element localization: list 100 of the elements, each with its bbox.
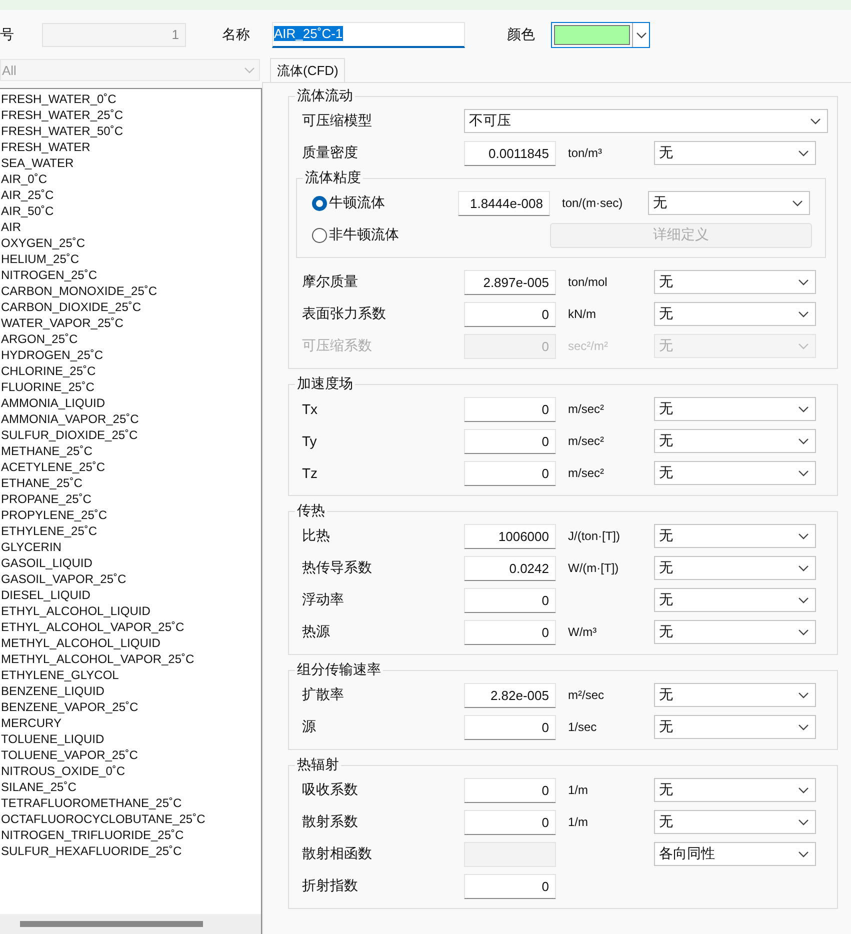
number-field[interactable]: 0 [464, 302, 556, 326]
list-item[interactable]: FRESH_WATER_0˚C [0, 91, 261, 107]
field-label: 吸收系数 [302, 781, 359, 799]
list-item[interactable]: BENZENE_LIQUID [0, 683, 261, 699]
list-item[interactable]: FRESH_WATER [0, 139, 261, 155]
list-item[interactable]: NITROUS_OXIDE_0˚C [0, 763, 261, 779]
radio-button[interactable]: 牛顿流体 [312, 194, 458, 212]
number-field[interactable]: 2.82e-005 [464, 682, 556, 708]
list-item[interactable]: AIR_25˚C [0, 187, 261, 203]
radio-button[interactable]: 非牛顿流体 [312, 226, 458, 244]
chevron-icon [798, 628, 809, 636]
number-field[interactable]: 0 [464, 428, 556, 454]
unit-label: J/(ton·[T]) [567, 529, 622, 543]
list-item[interactable]: HELIUM_25˚C [0, 251, 261, 267]
number-field[interactable]: 0 [464, 396, 556, 422]
list-item[interactable]: FRESH_WATER_25˚C [0, 107, 261, 123]
list-item[interactable]: SULFUR_DIOXIDE_25˚C [0, 427, 261, 443]
list-item[interactable]: GASOIL_LIQUID [0, 555, 261, 571]
number-field[interactable]: 2.897e-005 [464, 270, 556, 294]
list-item[interactable]: ETHYLENE_GLYCOL [0, 667, 261, 683]
color-picker[interactable] [551, 22, 650, 48]
list-item[interactable]: METHYL_ALCOHOL_VAPOR_25˚C [0, 651, 261, 667]
number-field[interactable]: 1.8444e-008 [458, 190, 550, 216]
list-item[interactable]: HYDROGEN_25˚C [0, 347, 261, 363]
name-field[interactable]: AIR_25˚C-1 [272, 22, 465, 48]
field-label: 热源 [302, 623, 331, 641]
list-item[interactable]: CHLORINE_25˚C [0, 363, 261, 379]
scrollbar[interactable] [0, 914, 261, 934]
number-field[interactable]: 1006000 [464, 524, 556, 548]
number-field[interactable]: 0 [464, 778, 556, 802]
dropdown[interactable]: 无 [654, 810, 816, 834]
number-field[interactable]: 0.0242 [464, 556, 556, 580]
list-item[interactable]: CARBON_DIOXIDE_25˚C [0, 299, 261, 315]
unit-label: 1/m [567, 783, 590, 797]
dropdown[interactable]: 无 [654, 778, 816, 802]
list-item[interactable]: ETHYLENE_25˚C [0, 523, 261, 539]
dropdown[interactable]: 不可压 [464, 109, 828, 133]
dropdown[interactable]: 各向同性 [654, 842, 816, 866]
number-field[interactable]: 0 [464, 810, 556, 834]
unit-label: m²/sec [567, 688, 605, 702]
dropdown[interactable]: 无 [654, 588, 816, 612]
dropdown[interactable]: 无 [654, 715, 816, 739]
dropdown[interactable]: 无 [654, 141, 816, 165]
list-item[interactable]: NITROGEN_TRIFLUORIDE_25˚C [0, 827, 261, 843]
number-field[interactable]: 0 [464, 460, 556, 486]
list-item[interactable]: ETHANE_25˚C [0, 475, 261, 491]
dropdown[interactable]: 无 [654, 620, 816, 644]
tab[interactable]: 流体(CFD) [270, 58, 346, 82]
list-item[interactable]: ARGON_25˚C [0, 331, 261, 347]
list-item[interactable]: OXYGEN_25˚C [0, 235, 261, 251]
number-field[interactable]: 0 [464, 588, 556, 612]
number-field[interactable]: 0 [464, 714, 556, 740]
list-item[interactable]: AMMONIA_LIQUID [0, 395, 261, 411]
chevron-icon [798, 532, 809, 540]
list-item[interactable]: TOLUENE_LIQUID [0, 731, 261, 747]
field-label: 表面张力系数 [302, 305, 387, 323]
list-item[interactable]: PROPYLENE_25˚C [0, 507, 261, 523]
number-field[interactable]: 0 [464, 620, 556, 644]
list-item[interactable]: AIR_0˚C [0, 171, 261, 187]
list-item[interactable]: FLUORINE_25˚C [0, 379, 261, 395]
dropdown[interactable]: 无 [648, 191, 810, 215]
list-item[interactable]: PROPANE_25˚C [0, 491, 261, 507]
subgroup-title: 流体粘度 [304, 169, 362, 187]
index-label: 号 [0, 26, 15, 44]
list-item[interactable]: GLYCERIN [0, 539, 261, 555]
chevron-icon [636, 32, 646, 38]
list-item[interactable]: SULFUR_HEXAFLUORIDE_25˚C [0, 843, 261, 859]
list-item[interactable]: ACETYLENE_25˚C [0, 459, 261, 475]
list-item[interactable]: CARBON_MONOXIDE_25˚C [0, 283, 261, 299]
list-item[interactable]: METHYL_ALCOHOL_LIQUID [0, 635, 261, 651]
number-field[interactable]: 0.0011845 [464, 140, 556, 166]
list-item[interactable]: DIESEL_LIQUID [0, 587, 261, 603]
list-item[interactable]: METHANE_25˚C [0, 443, 261, 459]
list-item[interactable]: WATER_VAPOR_25˚C [0, 315, 261, 331]
dropdown[interactable]: 无 [654, 556, 816, 580]
list-item[interactable]: SEA_WATER [0, 155, 261, 171]
list-item[interactable]: AIR_50˚C [0, 203, 261, 219]
list-item[interactable]: BENZENE_VAPOR_25˚C [0, 699, 261, 715]
field-label: 摩尔质量 [302, 273, 359, 291]
number-field[interactable]: 0 [464, 874, 556, 898]
list-item[interactable]: AMMONIA_VAPOR_25˚C [0, 411, 261, 427]
dropdown[interactable]: 无 [654, 461, 816, 485]
list-item[interactable]: FRESH_WATER_50˚C [0, 123, 261, 139]
list-item[interactable]: OCTAFLUOROCYCLOBUTANE_25˚C [0, 811, 261, 827]
dropdown[interactable]: 无 [654, 429, 816, 453]
dropdown[interactable]: 无 [654, 524, 816, 548]
list-item[interactable]: NITROGEN_25˚C [0, 267, 261, 283]
dropdown[interactable]: 无 [654, 302, 816, 326]
dropdown[interactable]: 无 [654, 683, 816, 707]
list-item[interactable]: SILANE_25˚C [0, 779, 261, 795]
list-item[interactable]: ETHYL_ALCOHOL_VAPOR_25˚C [0, 619, 261, 635]
dropdown[interactable]: 无 [654, 270, 816, 294]
list-item[interactable]: TOLUENE_VAPOR_25˚C [0, 747, 261, 763]
list-item[interactable]: ETHYL_ALCOHOL_LIQUID [0, 603, 261, 619]
dropdown[interactable]: 无 [654, 397, 816, 421]
list-item[interactable]: MERCURY [0, 715, 261, 731]
list-item[interactable]: TETRAFLUOROMETHANE_25˚C [0, 795, 261, 811]
chevron-icon [798, 310, 809, 318]
list-item[interactable]: GASOIL_VAPOR_25˚C [0, 571, 261, 587]
list-item[interactable]: AIR [0, 219, 261, 235]
